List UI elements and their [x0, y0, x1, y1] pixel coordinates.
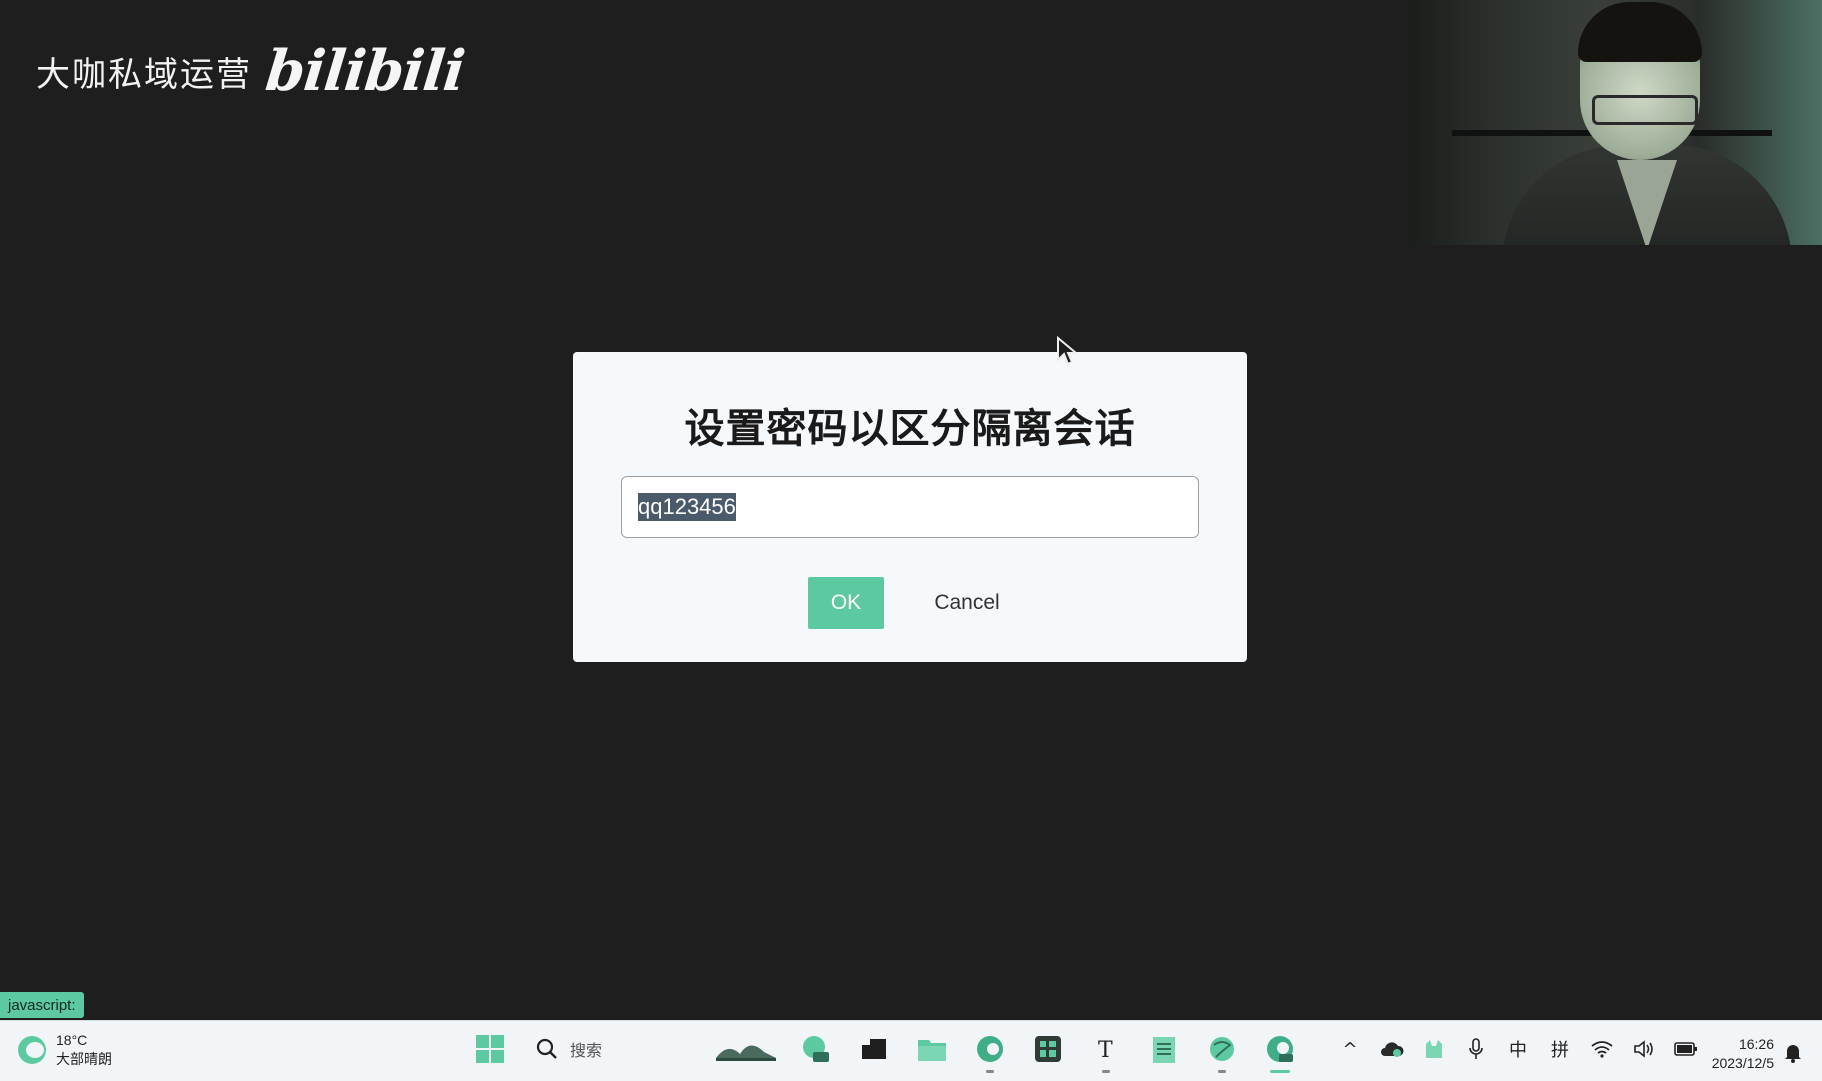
weather-temp: 18°C [56, 1032, 88, 1048]
link-status-tooltip: javascript: [0, 992, 84, 1018]
search-icon [536, 1038, 557, 1059]
password-value-selected: qq123456 [638, 493, 736, 521]
bilibili-logo: bilibili [262, 38, 468, 104]
ime-mode-indicator[interactable]: 中 [1504, 1029, 1532, 1069]
watermark: 大咖私域运营 bilibili [36, 38, 467, 104]
weather-icon [18, 1036, 46, 1064]
search-label: 搜索 [570, 1043, 603, 1060]
wifi-icon[interactable] [1588, 1029, 1616, 1069]
svg-text:T: T [1098, 1038, 1113, 1062]
edge-icon[interactable] [970, 1029, 1010, 1073]
notification-bell-icon[interactable] [1784, 1043, 1802, 1067]
password-input[interactable]: qq123456 [621, 476, 1199, 538]
taskbar: 18°C 大部晴朗 搜索 T ^ 中 拼 16:26 2023/12/5 [0, 1020, 1822, 1081]
weather-widget[interactable]: 18°C 大部晴朗 [18, 1031, 112, 1069]
weather-condition: 大部晴朗 [56, 1051, 112, 1067]
ime-layout-indicator[interactable]: 拼 [1546, 1029, 1574, 1069]
file-explorer-icon[interactable] [912, 1029, 952, 1069]
clock-date: 2023/12/5 [1711, 1055, 1774, 1071]
pre-app-icon[interactable] [796, 1029, 836, 1069]
taskbar-search[interactable]: 搜索 [528, 1029, 778, 1069]
ok-button[interactable]: OK [808, 577, 884, 629]
start-icon[interactable] [470, 1029, 510, 1069]
cancel-button[interactable]: Cancel [917, 577, 1017, 629]
dialog-title: 设置密码以区分隔离会话 [684, 406, 1136, 452]
battery-icon[interactable] [1672, 1029, 1700, 1069]
clock-time: 16:26 [1738, 1036, 1774, 1052]
taskbar-apps: 搜索 T [470, 1029, 1300, 1073]
terminal-icon[interactable] [854, 1029, 894, 1069]
volume-icon[interactable] [1630, 1029, 1658, 1069]
typora-icon[interactable]: T [1086, 1029, 1126, 1073]
calculator-icon[interactable] [1028, 1029, 1068, 1069]
microphone-icon[interactable] [1462, 1029, 1490, 1069]
search-highlight-icon [716, 1045, 776, 1061]
chevron-up-icon[interactable]: ^ [1336, 1029, 1364, 1069]
watermark-text: 大咖私域运营 [36, 54, 252, 95]
webcam-overlay [1412, 0, 1822, 245]
cloud-icon[interactable] [1378, 1029, 1406, 1069]
taskbar-clock[interactable]: 16:26 2023/12/5 [1700, 1035, 1774, 1073]
system-tray: ^ 中 拼 [1336, 1029, 1700, 1069]
edge-dev-icon[interactable] [1260, 1029, 1300, 1073]
mouse-cursor-icon [1056, 335, 1080, 372]
password-dialog: 设置密码以区分隔离会话 qq123456 OK Cancel [573, 352, 1247, 662]
cat-app-icon[interactable] [1420, 1029, 1448, 1069]
notepad-icon[interactable] [1144, 1029, 1184, 1069]
browser-icon[interactable] [1202, 1029, 1242, 1073]
